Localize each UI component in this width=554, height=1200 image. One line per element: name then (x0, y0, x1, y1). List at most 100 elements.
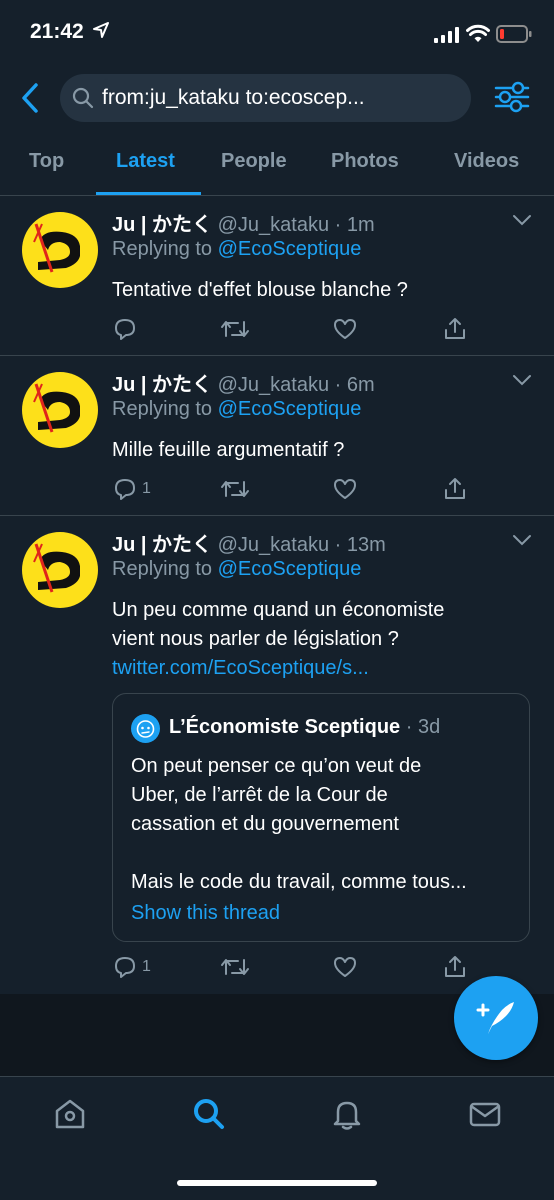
chevron-down-icon[interactable] (512, 534, 532, 546)
avatar[interactable] (22, 372, 98, 448)
author-name[interactable]: Ju | かたく (112, 374, 212, 396)
reply-icon (115, 957, 135, 978)
show-thread-link[interactable]: Show this thread (131, 902, 280, 925)
home-indicator (177, 1180, 377, 1186)
tweet-time: · 6m (334, 374, 375, 396)
replying-prefix: Replying to (112, 238, 213, 260)
heart-icon (334, 479, 356, 499)
quoted-header: L’Économiste Sceptique · 3d (169, 716, 440, 739)
mail-icon[interactable] (468, 1097, 502, 1131)
tweet-time: · 13m (334, 534, 386, 556)
chevron-down-icon[interactable] (512, 374, 532, 386)
replying-to: Replying to @EcoSceptique (112, 558, 361, 581)
tab-people[interactable]: People (221, 150, 287, 173)
avatar[interactable] (22, 532, 98, 608)
location-arrow-icon (93, 22, 109, 38)
tweet-actions: 1 (112, 954, 472, 982)
tweet-text: Mille feuille argumentatif ? (112, 439, 345, 461)
chevron-left-icon[interactable] (16, 80, 44, 116)
quoted-text-line: cassation et du gouvernement (131, 813, 399, 835)
retweet-button[interactable] (220, 316, 250, 342)
quoted-author-name: L’Économiste Sceptique (169, 716, 401, 738)
share-icon (445, 478, 465, 499)
wifi-icon (466, 24, 490, 42)
search-icon (72, 87, 94, 109)
status-bar: 21:42 (0, 0, 554, 66)
active-tab-indicator (96, 192, 201, 195)
tweet-actions (112, 316, 472, 344)
search-header: from:ju_kataku to:ecoscep... (0, 66, 554, 132)
quoted-tweet-card[interactable]: L’Économiste Sceptique · 3d On peut pens… (112, 693, 530, 942)
search-query: from:ju_kataku to:ecoscep... (102, 86, 365, 109)
compose-tweet-icon (476, 1002, 514, 1034)
author-name[interactable]: Ju | かたく (112, 534, 212, 556)
share-button[interactable] (442, 316, 468, 342)
replying-to: Replying to @EcoSceptique (112, 398, 361, 421)
author-handle: @Ju_kataku (217, 374, 330, 396)
tweet-actions: 1 (112, 476, 472, 504)
quoted-time: · 3d (405, 716, 441, 738)
avatar-logo-icon (33, 543, 80, 593)
search-icon[interactable] (192, 1097, 226, 1131)
bell-icon[interactable] (330, 1097, 364, 1131)
quoted-avatar (131, 714, 160, 743)
replying-prefix: Replying to (112, 398, 213, 420)
quoted-text-line: On peut penser ce qu’on veut de (131, 755, 422, 777)
filter-sliders-icon[interactable] (494, 80, 530, 114)
reply-button[interactable] (112, 316, 142, 342)
tab-latest[interactable]: Latest (116, 150, 175, 173)
tweet-text: Un peu comme quand un économiste vient n… (112, 596, 444, 683)
chevron-down-icon[interactable] (512, 214, 532, 226)
retweet-button[interactable] (220, 476, 250, 502)
author-handle: @Ju_kataku (217, 214, 330, 236)
author-handle: @Ju_kataku (217, 534, 330, 556)
like-button[interactable] (332, 476, 358, 502)
replying-to-link[interactable]: @EcoSceptique (218, 398, 362, 420)
heart-icon (334, 957, 356, 977)
tab-photos[interactable]: Photos (331, 150, 399, 173)
compose-tweet-button[interactable] (454, 976, 538, 1060)
retweet-icon (221, 481, 249, 497)
avatar[interactable] (22, 212, 98, 288)
author-name[interactable]: Ju | かたく (112, 214, 212, 236)
replying-prefix: Replying to (112, 558, 213, 580)
tweet[interactable]: Ju | かたく @Ju_kataku · 6m Replying to @Ec… (0, 356, 554, 516)
share-button[interactable] (442, 476, 468, 502)
replying-to-link[interactable]: @EcoSceptique (218, 238, 362, 260)
quoted-text: On peut penser ce qu’on veut de Uber, de… (131, 752, 521, 897)
avatar-logo-icon (33, 383, 80, 433)
tab-top[interactable]: Top (29, 150, 64, 173)
tab-videos[interactable]: Videos (454, 150, 519, 173)
quoted-text-line: Mais le code du travail, comme tous... (131, 871, 467, 893)
retweet-icon (221, 959, 249, 975)
tweet[interactable]: Ju | かたく @Ju_kataku · 1m Replying to @Ec… (0, 196, 554, 356)
avatar-logo-icon (33, 223, 80, 273)
retweet-button[interactable] (220, 954, 250, 980)
tweet-header: Ju | かたく @Ju_kataku · 1m (112, 208, 375, 237)
like-button[interactable] (332, 954, 358, 980)
tweet-text-line: vient nous parler de législation ? (112, 628, 399, 650)
share-button[interactable] (442, 954, 468, 980)
search-tabs: Top Latest People Photos Videos (0, 132, 554, 196)
tweet-link[interactable]: twitter.com/EcoSceptique/s... (112, 654, 444, 683)
share-icon (445, 956, 465, 977)
status-time: 21:42 (30, 20, 84, 43)
reply-button[interactable]: 1 (112, 476, 151, 502)
reply-count: 1 (142, 480, 151, 497)
like-button[interactable] (332, 316, 358, 342)
tweet-time: · 1m (334, 214, 375, 236)
tweet-header: Ju | かたく @Ju_kataku · 13m (112, 528, 386, 557)
heart-icon (334, 319, 356, 339)
reply-count: 1 (142, 958, 151, 975)
tweet-text-line: Un peu comme quand un économiste (112, 599, 445, 621)
tweet-header: Ju | かたく @Ju_kataku · 6m (112, 368, 375, 397)
reply-icon (115, 319, 135, 340)
cellular-signal-icon (434, 27, 459, 43)
search-input[interactable]: from:ju_kataku to:ecoscep... (60, 74, 471, 122)
reply-icon (115, 479, 135, 500)
battery-low-icon (496, 25, 532, 43)
retweet-icon (221, 321, 249, 337)
replying-to-link[interactable]: @EcoSceptique (218, 558, 362, 580)
home-icon[interactable] (53, 1097, 87, 1131)
reply-button[interactable]: 1 (112, 954, 151, 980)
